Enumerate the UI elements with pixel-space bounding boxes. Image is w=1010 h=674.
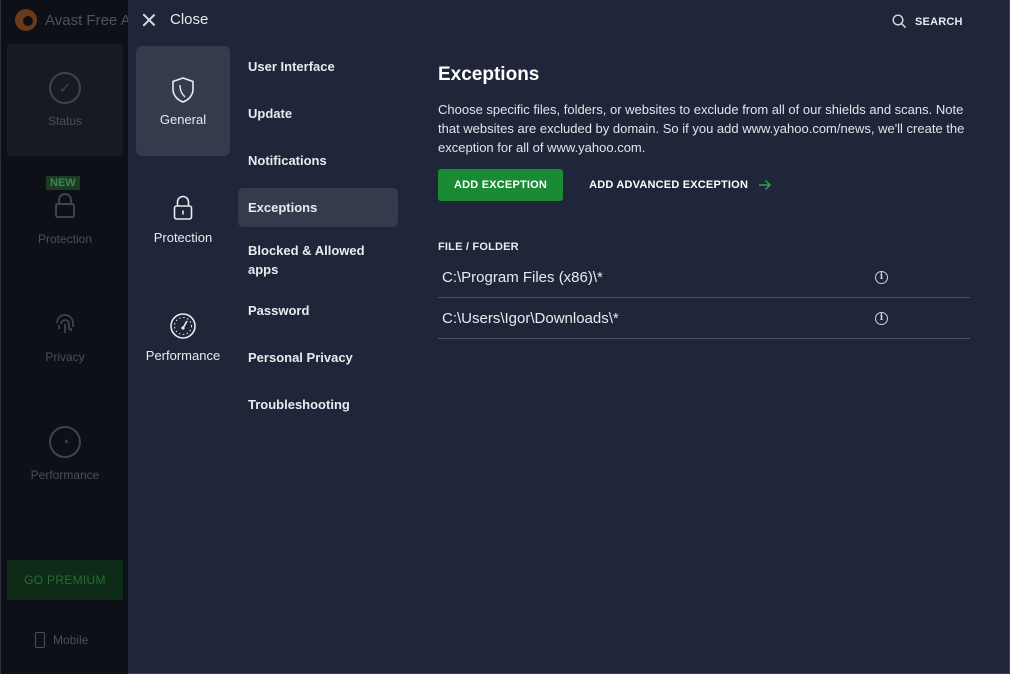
category-general[interactable]: General (136, 46, 230, 156)
lock-icon (49, 190, 81, 222)
info-icon[interactable]: i (875, 311, 888, 325)
shield-icon (172, 76, 194, 103)
search-button[interactable]: SEARCH (892, 14, 963, 29)
search-icon (892, 14, 907, 29)
phone-icon (35, 632, 45, 648)
bg-nav-label: Performance (30, 468, 100, 482)
gauge-icon: ◔ (49, 426, 81, 458)
lock-icon (173, 195, 193, 220)
exceptions-list: C:\Program Files (x86)\* i C:\Users\Igor… (438, 257, 970, 339)
close-button[interactable]: Close (142, 11, 208, 28)
subnav-item-notifications[interactable]: Notifications (238, 141, 398, 180)
category-label: General (159, 111, 207, 127)
subnav-item-update[interactable]: Update (238, 94, 398, 133)
subnav-item-troubleshooting[interactable]: Troubleshooting (238, 385, 398, 424)
bg-nav-status: ✓ Status (7, 44, 123, 156)
background-app-title: Avast Free A (15, 9, 131, 31)
bg-nav-performance: ◔ Performance (7, 398, 123, 510)
bg-nav-protection: Protection (7, 162, 123, 274)
subnav-item-password[interactable]: Password (238, 291, 398, 330)
category-protection[interactable]: Protection (136, 164, 230, 274)
settings-panel: Close SEARCH General Protection Performa… (128, 0, 1010, 674)
bg-nav-privacy: Privacy (7, 280, 123, 392)
category-label: Protection (153, 229, 213, 245)
exception-path: C:\Users\Igor\Downloads\* (442, 309, 619, 327)
close-label: Close (170, 11, 209, 28)
category-performance[interactable]: Performance (136, 282, 230, 392)
subnav-item-personal-privacy[interactable]: Personal Privacy (238, 338, 398, 377)
bg-mobile-link: Mobile (35, 632, 88, 648)
go-premium-button: GO PREMIUM (7, 560, 123, 600)
page-title: Exceptions (438, 64, 540, 85)
category-label: Performance (145, 347, 221, 363)
bg-nav-label: Privacy (45, 350, 85, 364)
bg-mobile-label: Mobile (53, 633, 89, 647)
exception-row[interactable]: C:\Users\Igor\Downloads\* i (438, 298, 970, 339)
search-label: SEARCH (915, 15, 963, 28)
close-icon (142, 13, 156, 27)
info-icon[interactable]: i (875, 270, 888, 284)
exceptions-content: Exceptions Choose specific files, folder… (438, 64, 978, 339)
fingerprint-icon (49, 308, 81, 340)
bg-nav-label: Protection (37, 232, 93, 246)
exceptions-actions: ADD EXCEPTION ADD ADVANCED EXCEPTION (438, 169, 978, 201)
bg-nav-label: Status (47, 114, 83, 128)
speedometer-icon (170, 312, 196, 339)
avast-logo-icon (15, 9, 37, 31)
app-title-text: Avast Free A (45, 11, 131, 29)
settings-subnav: User Interface Update Notifications Exce… (238, 47, 398, 432)
exceptions-description: Choose specific files, folders, or websi… (438, 102, 965, 155)
arrow-right-icon (759, 179, 772, 191)
check-circle-icon: ✓ (49, 72, 81, 104)
subnav-item-user-interface[interactable]: User Interface (238, 47, 398, 86)
exception-row[interactable]: C:\Program Files (x86)\* i (438, 257, 970, 298)
exception-path: C:\Program Files (x86)\* (442, 268, 603, 286)
file-folder-column-header: FILE / FOLDER (438, 241, 519, 253)
add-advanced-exception-label: ADD ADVANCED EXCEPTION (589, 179, 749, 191)
subnav-item-exceptions[interactable]: Exceptions (238, 188, 398, 227)
subnav-item-blocked-allowed-apps[interactable]: Blocked & Allowed apps (238, 235, 398, 283)
add-advanced-exception-button[interactable]: ADD ADVANCED EXCEPTION (589, 179, 772, 191)
add-exception-button[interactable]: ADD EXCEPTION (438, 169, 564, 201)
background-app-sidebar: Avast Free A ✓ Status NEW Protection Pri… (0, 0, 131, 674)
